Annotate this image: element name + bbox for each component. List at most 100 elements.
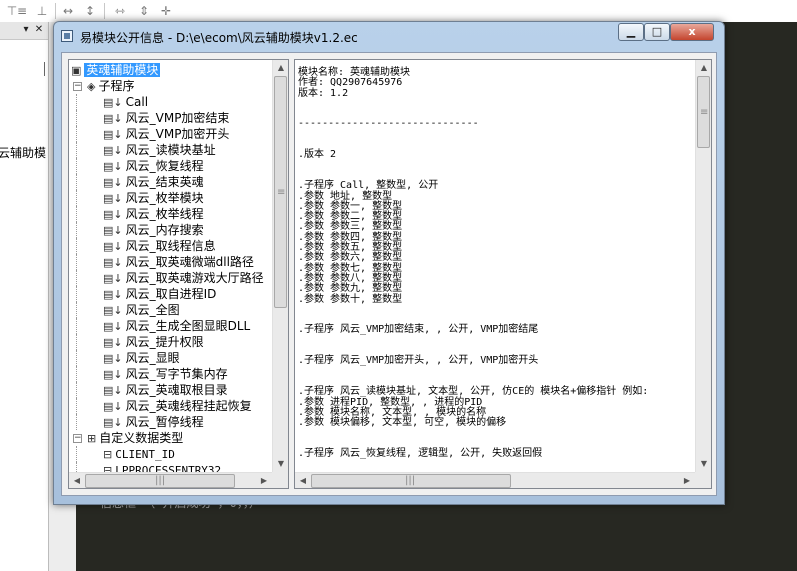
grip-icon: ≡ bbox=[277, 187, 286, 198]
subprogram-icon: ▤↓ bbox=[103, 191, 123, 205]
tree-item-label: 风云_枚举模块 bbox=[125, 191, 204, 205]
dialog-client: ▣ 英魂辅助模块 − ◈ 子程序 ▤↓ Call ▤↓ 风云_VMP加密结束 ▤↓ 风云_VM… bbox=[61, 52, 717, 496]
module-icon: ▣ bbox=[71, 63, 82, 77]
collapse-icon[interactable]: − bbox=[73, 434, 82, 443]
grip-icon: ||| bbox=[155, 475, 166, 486]
tree-item-label: 风云_暂停线程 bbox=[125, 415, 204, 429]
same-height-icon[interactable]: ⇕ bbox=[136, 3, 152, 19]
tree-connector bbox=[76, 238, 78, 254]
panel-close-icon[interactable]: ✕ bbox=[33, 24, 45, 36]
module-info-dialog: 易模块公开信息 - D:\e\ecom\风云辅助模块v1.2.ec ▁ □ x … bbox=[53, 21, 725, 505]
app-icon bbox=[61, 30, 73, 42]
tree-item-label: 风云_写字节集内存 bbox=[125, 367, 228, 381]
datatype-icon: ⊟ bbox=[103, 463, 113, 473]
grip-icon: ||| bbox=[405, 475, 416, 486]
tree-connector bbox=[76, 318, 78, 334]
subprogram-icon: ▤↓ bbox=[103, 159, 123, 173]
scroll-corner bbox=[695, 472, 711, 488]
tree-vertical-scrollbar[interactable]: ▲ ≡ ▼ bbox=[272, 60, 288, 472]
maximize-button[interactable]: □ bbox=[644, 23, 670, 41]
tree-item-label: 风云_显眼 bbox=[125, 351, 180, 365]
subprogram-icon: ▤↓ bbox=[103, 111, 123, 125]
tree-connector bbox=[76, 414, 78, 430]
tree-content: ▣ 英魂辅助模块 − ◈ 子程序 ▤↓ Call ▤↓ 风云_VMP加密结束 ▤↓ 风云_VM… bbox=[69, 60, 272, 472]
tree-connector bbox=[76, 446, 78, 462]
space-vertical-icon[interactable]: ↕ bbox=[82, 3, 98, 19]
grip-icon: ≡ bbox=[700, 107, 709, 118]
subprogram-icon: ▤↓ bbox=[103, 127, 123, 141]
tree-connector bbox=[76, 334, 78, 350]
tree-item-label: LPPROCESSENTRY32 bbox=[115, 464, 222, 472]
scroll-up-icon[interactable]: ▲ bbox=[273, 60, 288, 76]
tree-item-label: 风云_英魂线程挂起恢复 bbox=[125, 399, 252, 413]
align-middle-icon[interactable]: ≡ bbox=[14, 3, 30, 19]
close-button[interactable]: x bbox=[670, 23, 714, 41]
align-bottom-icon[interactable]: ⊥ bbox=[34, 3, 50, 19]
tree-item-label: 风云_全图 bbox=[125, 303, 180, 317]
panel-dropdown-icon[interactable]: ▾ bbox=[20, 24, 32, 36]
center-icon[interactable]: ✛ bbox=[158, 3, 174, 19]
tree-connector bbox=[76, 254, 78, 270]
same-width-icon[interactable]: ⇿ bbox=[112, 3, 128, 19]
minimize-button[interactable]: ▁ bbox=[618, 23, 644, 41]
info-horizontal-scrollbar[interactable]: ◀ ||| ▶ bbox=[295, 472, 695, 488]
toolbar-separator bbox=[55, 3, 56, 19]
space-horizontal-icon[interactable]: ↔ bbox=[60, 3, 76, 19]
subprogram-icon: ▤↓ bbox=[103, 319, 123, 333]
tree-connector bbox=[76, 366, 78, 382]
subprogram-icon: ▤↓ bbox=[103, 175, 123, 189]
tree-item-label: 风云_枚举线程 bbox=[125, 207, 204, 221]
scroll-left-icon[interactable]: ◀ bbox=[295, 473, 311, 488]
tree-connector bbox=[76, 126, 78, 142]
tree-connector bbox=[76, 398, 78, 414]
scroll-right-icon[interactable]: ▶ bbox=[679, 473, 695, 488]
collapse-icon[interactable]: − bbox=[73, 82, 82, 91]
datatype-folder-icon: ⊞ bbox=[87, 431, 97, 445]
tree-connector bbox=[76, 222, 78, 238]
subprogram-icon: ▤↓ bbox=[103, 143, 123, 157]
scroll-down-icon[interactable]: ▼ bbox=[273, 456, 288, 472]
subprogram-icon: ▤↓ bbox=[103, 223, 123, 237]
subprogram-icon: ▤↓ bbox=[103, 335, 123, 349]
module-info-panel[interactable]: 模块名称: 英魂辅助模块 作者: QQ2907645976 版本: 1.2 --… bbox=[294, 59, 712, 489]
tree-item-label: 风云_英魂取根目录 bbox=[125, 383, 228, 397]
subprogram-icon: ▤↓ bbox=[103, 255, 123, 269]
tree-item-label: 风云_读模块基址 bbox=[125, 143, 216, 157]
module-tree[interactable]: ▣ 英魂辅助模块 − ◈ 子程序 ▤↓ Call ▤↓ 风云_VMP加密结束 ▤↓ 风云_VM… bbox=[68, 59, 289, 489]
left-panel: ▾ ✕ 云辅助模 bbox=[0, 22, 49, 571]
tree-item-label: 风云_取英魂游戏大厅路径 bbox=[125, 271, 264, 285]
left-panel-item-label[interactable]: 云辅助模 bbox=[0, 144, 46, 161]
subprogram-icon: ▤↓ bbox=[103, 271, 123, 285]
tree-connector bbox=[76, 302, 78, 318]
subprogram-icon: ▤↓ bbox=[103, 287, 123, 301]
dialog-title: 易模块公开信息 - D:\e\ecom\风云辅助模块v1.2.ec bbox=[80, 31, 358, 45]
scroll-right-icon[interactable]: ▶ bbox=[256, 473, 272, 488]
scroll-corner bbox=[272, 472, 288, 488]
toolbar-separator bbox=[104, 3, 105, 19]
scroll-down-icon[interactable]: ▼ bbox=[696, 456, 711, 472]
tree-connector bbox=[76, 190, 78, 206]
tree-connector bbox=[76, 94, 78, 110]
scroll-up-icon[interactable]: ▲ bbox=[696, 60, 711, 76]
tree-item-label: 风云_生成全图显眼DLL bbox=[125, 319, 251, 333]
tree-item-label: 风云_取线程信息 bbox=[125, 239, 216, 253]
tree-horizontal-scrollbar[interactable]: ◀ ||| ▶ bbox=[69, 472, 272, 488]
left-panel-header: ▾ ✕ bbox=[0, 22, 48, 40]
tree-item-label: 风云_取英魂微端dll路径 bbox=[125, 255, 254, 269]
datatype-icon: ⊟ bbox=[103, 447, 113, 461]
tree-connector bbox=[76, 142, 78, 158]
tree-root[interactable]: ▣ 英魂辅助模块 bbox=[71, 62, 161, 78]
tree-root-label: 英魂辅助模块 bbox=[84, 63, 161, 77]
tree-item-label: 风云_恢复线程 bbox=[125, 159, 204, 173]
subprograms-label: 子程序 bbox=[98, 79, 135, 93]
scroll-left-icon[interactable]: ◀ bbox=[69, 473, 85, 488]
subprogram-icon: ▤↓ bbox=[103, 415, 123, 429]
module-info-text: 模块名称: 英魂辅助模块 作者: QQ2907645976 版本: 1.2 --… bbox=[298, 67, 649, 459]
subprogram-icon: ▤↓ bbox=[103, 351, 123, 365]
ide-toolbar: ⊤ ≡ ⊥ ↔ ↕ ⇿ ⇕ ✛ bbox=[0, 0, 797, 23]
subprogram-icon: ▤↓ bbox=[103, 95, 123, 109]
tree-item-label: 风云_内存搜索 bbox=[125, 223, 204, 237]
info-vertical-scrollbar[interactable]: ▲ ≡ ▼ bbox=[695, 60, 711, 472]
tree-item-label: 风云_VMP加密开头 bbox=[125, 127, 230, 141]
subprogram-icon: ▤↓ bbox=[103, 367, 123, 381]
